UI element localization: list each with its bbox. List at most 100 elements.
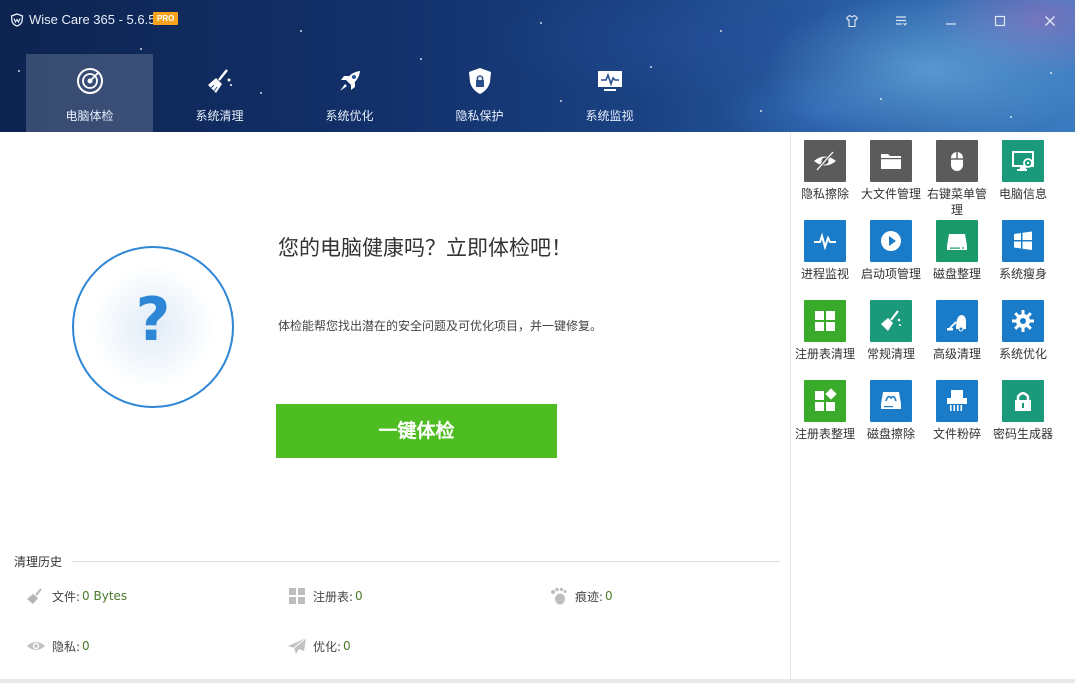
app-title: Wise Care 365 - 5.6.5	[29, 12, 156, 27]
tab-checkup[interactable]: 电脑体检	[26, 54, 153, 132]
mouse-icon	[936, 140, 978, 182]
shredder-icon	[936, 380, 978, 422]
tab-privacy[interactable]: 隐私保护	[416, 54, 543, 132]
header-banner: Wise Care 365 - 5.6.5 PRO 电脑体检 系统清理 系统优化…	[0, 0, 1075, 132]
tool-label: 高级清理	[932, 347, 981, 361]
maximize-icon	[994, 15, 1006, 27]
rocket-icon	[339, 71, 360, 91]
blocks-icon	[804, 380, 846, 422]
monitor-pulse-icon	[597, 71, 622, 91]
skin-icon	[845, 14, 859, 28]
history-optimize: 优化: 0	[287, 637, 351, 655]
tool-computer-info[interactable]: 电脑信息	[993, 140, 1053, 202]
tool-privacy-eraser[interactable]: 隐私擦除	[795, 140, 855, 202]
padlock-icon	[1002, 380, 1044, 422]
tool-label: 磁盘整理	[932, 267, 981, 281]
tab-label: 隐私保护	[455, 109, 504, 123]
history-title: 清理历史	[14, 555, 63, 569]
broom-small-icon	[26, 587, 46, 605]
history-registry: 注册表: 0	[287, 587, 363, 605]
tool-startup-manager[interactable]: 启动项管理	[861, 220, 921, 282]
tool-label: 电脑信息	[998, 187, 1047, 201]
tool-context-menu-manager[interactable]: 右键菜单管理	[927, 140, 987, 218]
tab-system-monitor[interactable]: 系统监视	[546, 54, 673, 132]
tab-label: 系统优化	[325, 109, 374, 123]
tool-label: 注册表清理	[795, 347, 856, 361]
minimize-button[interactable]	[938, 8, 964, 34]
history-value: 0	[355, 589, 363, 603]
history-label: 文件:	[52, 589, 81, 604]
title-bar: Wise Care 365 - 5.6.5 PRO	[0, 0, 1075, 40]
tool-label: 常规清理	[866, 347, 915, 361]
history-label: 痕迹:	[575, 589, 604, 604]
tool-label: 注册表整理	[795, 427, 856, 441]
tool-password-generator[interactable]: 密码生成器	[993, 380, 1053, 442]
eye-slash-icon	[804, 140, 846, 182]
tool-label: 系统优化	[998, 347, 1047, 361]
disk-wipe-icon	[870, 380, 912, 422]
tool-registry-cleaner[interactable]: 注册表清理	[795, 300, 855, 362]
tool-disk-defrag[interactable]: 磁盘整理	[927, 220, 987, 282]
menu-icon	[896, 16, 907, 26]
broom-tool-icon	[870, 300, 912, 342]
shield-lock-icon	[468, 68, 491, 94]
history-label: 注册表:	[313, 589, 354, 604]
folder-icon	[870, 140, 912, 182]
tool-label: 启动项管理	[861, 267, 922, 281]
history-traces: 痕迹: 0	[549, 587, 613, 605]
grid-icon	[804, 300, 846, 342]
close-button[interactable]	[1037, 8, 1063, 34]
windows-icon	[1002, 220, 1044, 262]
paper-plane-icon	[287, 637, 307, 655]
tool-label: 系统瘦身	[998, 267, 1047, 281]
history-value: 0 Bytes	[82, 589, 128, 603]
broom-icon	[207, 69, 232, 93]
tool-registry-defrag[interactable]: 注册表整理	[795, 380, 855, 442]
history-value: 0	[82, 639, 90, 653]
tab-system-clean[interactable]: 系统清理	[156, 54, 283, 132]
tool-label: 磁盘擦除	[866, 427, 915, 441]
tool-advanced-clean[interactable]: 高级清理	[927, 300, 987, 362]
tool-disk-eraser[interactable]: 磁盘擦除	[861, 380, 921, 442]
tab-system-optimize[interactable]: 系统优化	[286, 54, 413, 132]
history-files: 文件: 0 Bytes	[26, 587, 127, 605]
eye-icon	[26, 637, 46, 655]
history-value: 0	[343, 639, 351, 653]
history-privacy: 隐私: 0	[26, 637, 90, 655]
pulse-icon	[804, 220, 846, 262]
tool-file-shredder[interactable]: 文件粉碎	[927, 380, 987, 442]
disk-icon	[936, 220, 978, 262]
one-click-checkup-button[interactable]: 一键体检	[276, 404, 557, 458]
skin-button[interactable]	[839, 8, 865, 34]
tool-system-optimize[interactable]: 系统优化	[993, 300, 1053, 362]
tab-label: 电脑体检	[65, 109, 114, 123]
bottom-border	[0, 679, 1075, 683]
footprint-icon	[549, 587, 569, 605]
main-menu-button[interactable]	[888, 8, 914, 34]
tool-system-slim[interactable]: 系统瘦身	[993, 220, 1053, 282]
computer-info-icon	[1002, 140, 1044, 182]
tool-label: 大文件管理	[861, 187, 922, 201]
tool-common-clean[interactable]: 常规清理	[861, 300, 921, 362]
history-label: 优化:	[313, 639, 342, 654]
tool-label: 右键菜单管理	[927, 187, 988, 217]
minimize-icon	[946, 23, 956, 25]
pro-badge: PRO	[153, 12, 179, 25]
tool-label: 文件粉碎	[932, 427, 981, 441]
question-mark-icon: ?	[135, 285, 171, 355]
tool-label: 密码生成器	[993, 427, 1054, 441]
history-divider	[72, 561, 780, 562]
tool-large-file-manager[interactable]: 大文件管理	[861, 140, 921, 202]
tool-label: 进程监视	[800, 267, 849, 281]
maximize-button[interactable]	[987, 8, 1013, 34]
tool-process-monitor[interactable]: 进程监视	[795, 220, 855, 282]
tab-label: 系统监视	[585, 109, 634, 123]
tool-label: 隐私擦除	[800, 187, 849, 201]
checkup-description: 体检能帮您找出潜在的安全问题及可优化项目，并一键修复。	[278, 319, 603, 333]
history-value: 0	[605, 589, 613, 603]
gear-icon	[1002, 300, 1044, 342]
checkup-headline: 您的电脑健康吗？立即体检吧！	[278, 236, 572, 260]
radar-icon	[76, 68, 103, 94]
tab-label: 系统清理	[195, 109, 244, 123]
vacuum-icon	[936, 300, 978, 342]
